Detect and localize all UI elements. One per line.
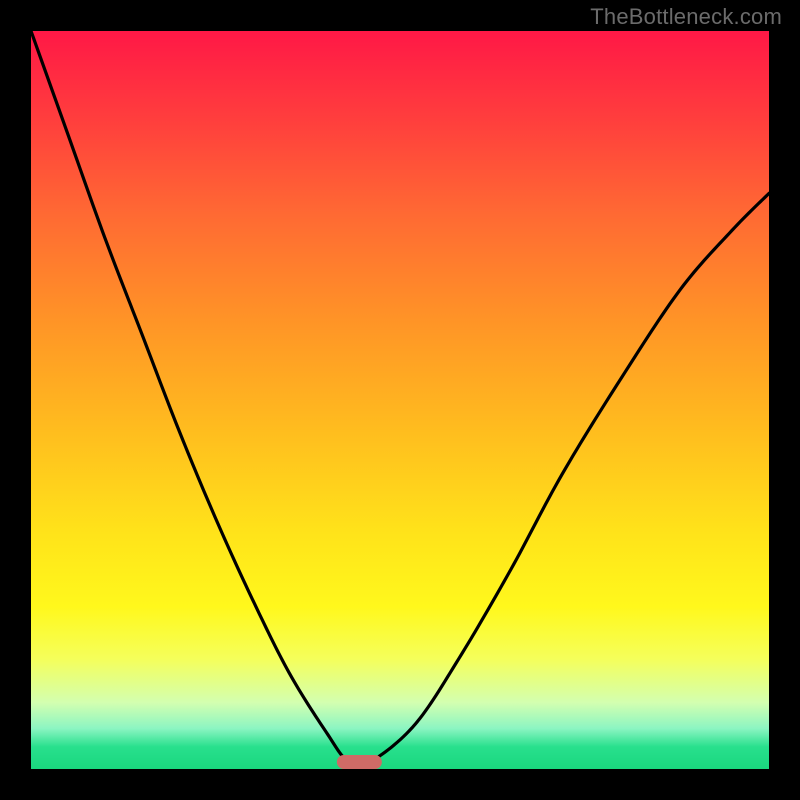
bottleneck-curve xyxy=(31,31,769,769)
curve-path xyxy=(31,31,769,766)
watermark-text: TheBottleneck.com xyxy=(590,4,782,30)
plot-area xyxy=(31,31,769,769)
chart-frame: TheBottleneck.com xyxy=(0,0,800,800)
minimum-marker xyxy=(337,755,381,769)
